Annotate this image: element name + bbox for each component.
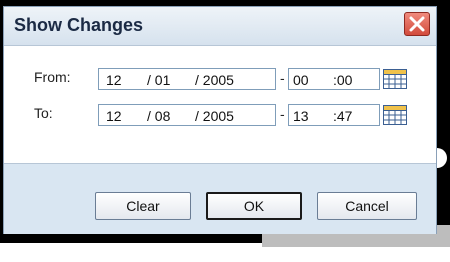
to-label: To:	[34, 105, 53, 121]
dialog-titlebar[interactable]: Show Changes	[4, 7, 436, 46]
from-time-field[interactable]: 00 :00	[288, 68, 380, 90]
dialog-footer: Clear OK Cancel	[4, 163, 436, 234]
show-changes-dialog: Show Changes From: 12 / 01 / 2005 - 00 :…	[3, 6, 437, 234]
to-day[interactable]: / 08	[147, 108, 170, 124]
close-button[interactable]	[404, 12, 430, 36]
from-label: From:	[34, 69, 71, 85]
background-fragment	[437, 148, 447, 168]
screenshot-stage: Show Changes From: 12 / 01 / 2005 - 00 :…	[0, 0, 450, 262]
from-calendar-icon[interactable]	[383, 69, 407, 89]
close-x-icon	[409, 16, 425, 32]
cancel-button[interactable]: Cancel	[317, 192, 417, 220]
dialog-title: Show Changes	[14, 15, 144, 35]
to-year[interactable]: / 2005	[195, 108, 234, 124]
to-calendar-icon[interactable]	[383, 105, 407, 125]
to-separator: -	[280, 106, 285, 122]
ok-button[interactable]: OK	[206, 192, 302, 220]
from-separator: -	[280, 70, 285, 86]
from-minute[interactable]: :00	[333, 72, 352, 88]
to-minute[interactable]: :47	[333, 108, 352, 124]
clear-button[interactable]: Clear	[95, 192, 191, 220]
from-month[interactable]: 12	[106, 72, 122, 88]
dialog-body: From: 12 / 01 / 2005 - 00 :00 To: 12 / 0…	[4, 46, 436, 163]
to-date-field[interactable]: 12 / 08 / 2005	[98, 104, 276, 126]
from-day[interactable]: / 01	[147, 72, 170, 88]
from-date-field[interactable]: 12 / 01 / 2005	[98, 68, 276, 90]
to-month[interactable]: 12	[106, 108, 122, 124]
to-hour[interactable]: 13	[293, 108, 309, 124]
to-time-field[interactable]: 13 :47	[288, 104, 380, 126]
from-year[interactable]: / 2005	[195, 72, 234, 88]
from-hour[interactable]: 00	[293, 72, 309, 88]
